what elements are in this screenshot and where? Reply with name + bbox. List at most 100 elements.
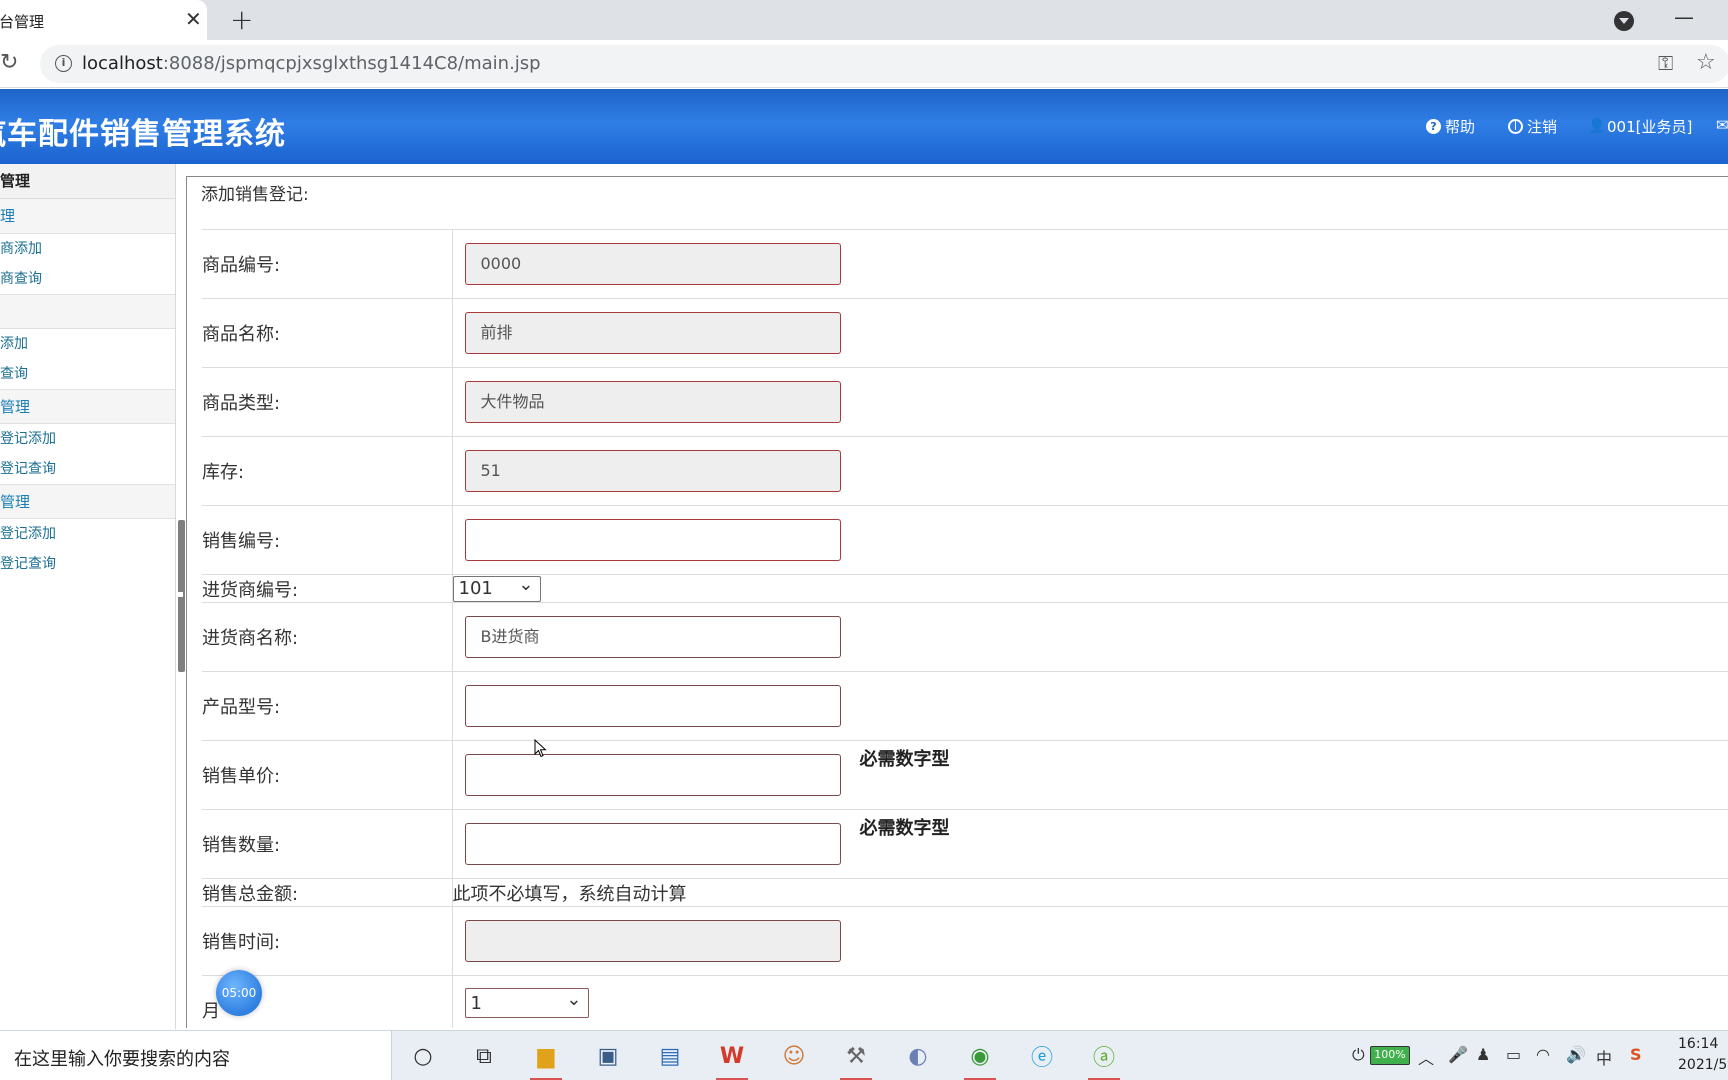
app-title: 汽车配件销售管理系统 [0,117,286,152]
field-label: 销售编号: [202,505,453,575]
logout-link[interactable]: | 注销 [1508,116,1557,137]
form-row: 销售时间: [202,906,1728,976]
total-note: 此项不必填写，系统自动计算 [452,883,687,905]
field-label: 商品编号: [202,229,453,299]
taskbar-search-box[interactable]: 在这里输入你要搜索的内容 [0,1031,392,1080]
product-type-input[interactable]: 大件物品 [464,381,841,423]
tab-search-icon[interactable] [1614,11,1634,31]
sidebar-item[interactable]: 登记查询 [0,454,175,484]
main-content: 添加销售登记: 商品编号: 0000 商品名称: 前排 商品类型: 大件物品 库… [186,176,1728,1028]
field-label: 产品型号: [202,671,453,741]
model-input[interactable] [464,685,841,727]
supplier-no-select[interactable]: 101 [452,573,541,602]
supplier-name-input[interactable]: B进货商 [464,616,841,658]
reload-icon[interactable]: ↻ [0,50,18,75]
sidebar-group[interactable]: 管理 [0,389,175,424]
field-label: 销售时间: [202,906,453,976]
splitter-handle-icon [178,592,183,597]
sidebar-item[interactable]: 商查询 [0,264,175,294]
wps-icon[interactable]: W [714,1039,750,1080]
browser-tab-strip: 后台管理 ✕ + — [0,0,1728,40]
info-icon[interactable]: i [55,55,72,72]
cortana-icon[interactable]: ○ [405,1039,441,1073]
field-label: 商品类型: [202,367,453,437]
sidebar-group[interactable] [0,294,175,329]
sale-time-input[interactable] [464,920,841,962]
user-icon: 👤 [1588,118,1606,134]
tools-icon[interactable]: ⚒ [838,1039,874,1080]
app-icon-3[interactable]: ☺ [776,1039,812,1073]
chrome-icon[interactable]: ◉ [962,1039,998,1080]
field-label: 进货商编号: [202,574,453,603]
ime-indicator[interactable]: 中 [1596,1045,1612,1069]
sogou-icon[interactable]: S [1630,1045,1642,1064]
volume-icon[interactable]: 🔊 [1566,1045,1586,1064]
sale-no-input[interactable] [464,519,841,561]
app-icon-4[interactable]: ◐ [900,1039,936,1073]
form-row: 销售数量: 必需数字型 [202,809,1728,879]
stock-input[interactable]: 51 [464,450,841,492]
timer-badge[interactable]: 05:00 [216,970,262,1016]
battery-icon[interactable]: ▭ [1506,1045,1521,1064]
mail-icon[interactable]: ✉ [1716,116,1728,134]
unit-price-hint: 必需数字型 [859,749,950,770]
close-icon[interactable]: ✕ [185,8,202,30]
plug-icon[interactable]: ⏻ [1352,1045,1365,1065]
sidebar-item[interactable]: 登记查询 [0,549,175,579]
taskbar-search-placeholder: 在这里输入你要搜索的内容 [14,1049,230,1070]
product-name-input[interactable]: 前排 [464,312,841,354]
sidebar-group[interactable]: 管理 [0,484,175,519]
field-label: 商品名称: [202,298,453,368]
product-no-input[interactable]: 0000 [464,243,841,285]
quantity-hint: 必需数字型 [859,818,950,839]
microphone-icon[interactable]: 🎤 [1448,1045,1468,1064]
form-row: 商品类型: 大件物品 [202,367,1728,437]
url-field[interactable]: i localhost:8088/jspmqcpjxsglxthsg1414C8… [40,45,1728,83]
mouse-cursor-icon [534,739,547,758]
url-text: localhost:8088/jspmqcpjxsglxthsg1414C8/m… [82,53,541,74]
browser-tab[interactable]: 后台管理 ✕ [0,0,207,40]
new-tab-icon[interactable]: + [230,5,253,35]
file-explorer-icon[interactable]: ▆ [528,1039,564,1080]
sidebar: 管理 理 商添加 商查询 添加 查询 管理 登记添加 登记查询 管理 登记添加 … [0,164,176,1029]
user-link[interactable]: 👤 001[业务员] [1588,116,1692,137]
app-icon-5[interactable]: ⓐ [1086,1039,1122,1080]
field-label: 销售总金额: [202,878,453,907]
unit-price-input[interactable] [464,754,841,796]
battery-indicator[interactable]: 100% [1370,1046,1410,1065]
key-icon[interactable]: ⚿ [1658,51,1673,75]
sidebar-group[interactable]: 理 [0,199,175,234]
taskbar: 在这里输入你要搜索的内容 ○ ⧉ ▆ ▣ ▤ W ☺ ⚒ ◐ ◉ ⓔ ⓐ ⏻ 1… [0,1030,1728,1080]
minimize-icon[interactable]: — [1674,5,1694,29]
app-header: 汽车配件销售管理系统 ? 帮助 | 注销 👤 001[业务员] ✉ [0,89,1728,164]
month-select[interactable]: 1 [464,985,589,1018]
form-row: 月 1 [202,975,1728,1028]
form-row: 商品编号: 0000 [202,229,1728,299]
help-link[interactable]: ? 帮助 [1426,116,1475,137]
form-caption: 添加销售登记: [201,185,309,205]
wifi-icon[interactable]: ◠ [1536,1045,1550,1064]
tab-title: 后台管理 [0,13,45,31]
chevron-up-icon[interactable]: ︿ [1418,1045,1434,1069]
taskbar-clock[interactable]: 16:14 2021/5 [1678,1034,1727,1076]
sidebar-item[interactable]: 登记添加 [0,519,175,549]
sidebar-item[interactable]: 商添加 [0,234,175,264]
app-icon-2[interactable]: ▤ [652,1039,688,1073]
browser-icon[interactable]: ⓔ [1024,1039,1060,1073]
sidebar-item[interactable]: 登记添加 [0,424,175,454]
form-row: 进货商编号: 101 [202,573,1728,603]
qq-icon[interactable]: ♟ [1476,1045,1490,1064]
form-row: 销售总金额: 此项不必填写，系统自动计算 [202,878,1728,907]
quantity-input[interactable] [464,823,841,865]
sidebar-item[interactable]: 查询 [0,359,175,389]
field-label: 进货商名称: [202,602,453,672]
address-bar: ↻ i localhost:8088/jspmqcpjxsglxthsg1414… [0,40,1728,88]
task-view-icon[interactable]: ⧉ [466,1039,502,1073]
sidebar-item[interactable]: 添加 [0,329,175,359]
help-icon: ? [1426,119,1441,134]
form-row: 库存: 51 [202,436,1728,506]
app-icon-1[interactable]: ▣ [590,1039,626,1073]
star-icon[interactable]: ☆ [1696,50,1716,75]
form-row: 产品型号: [202,671,1728,741]
form-row: 商品名称: 前排 [202,298,1728,368]
